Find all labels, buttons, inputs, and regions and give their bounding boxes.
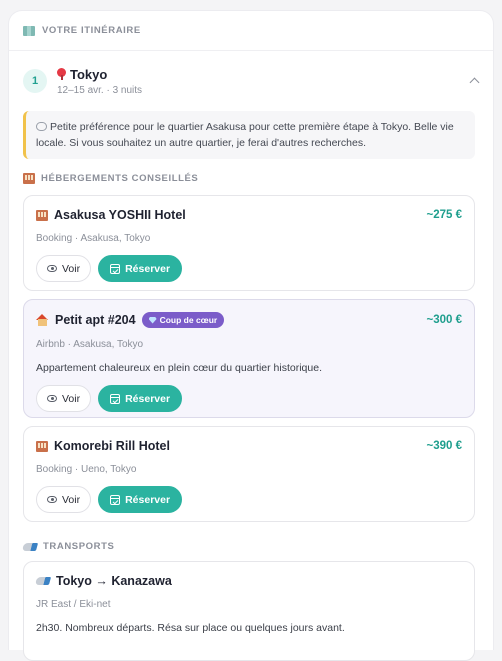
calendar-check-icon <box>110 263 121 274</box>
map-icon <box>23 25 35 36</box>
lodging-meta: Airbnb · Asakusa, Tokyo <box>36 339 144 350</box>
lodging-price: ~300 € <box>426 314 463 326</box>
view-label: Voir <box>62 392 81 405</box>
panel-title: VOTRE ITINÉRAIRE <box>42 25 141 36</box>
view-button[interactable]: Voir <box>36 385 92 412</box>
itinerary-panel: VOTRE ITINÉRAIRE 1 Tokyo 12–15 avr. · 3 … <box>8 10 494 661</box>
card-header: Petit apt #204 Coup de cœur ~300 € <box>36 312 462 328</box>
calendar-check-icon <box>110 494 121 505</box>
transport-section-title: TRANSPORTS <box>21 541 115 552</box>
book-button[interactable]: Réserver <box>98 385 183 412</box>
route-label: Tokyo → Kanazawa <box>56 574 172 588</box>
card-actions: Voir Réserver <box>36 255 462 282</box>
eye-icon <box>47 395 57 402</box>
lodging-price: ~275 € <box>426 209 463 221</box>
panel-header: VOTRE ITINÉRAIRE <box>9 11 493 51</box>
lodging-card: Asakusa YOSHII Hotel ~275 € Booking · As… <box>23 195 475 291</box>
day-info: Tokyo 12–15 avr. · 3 nuits <box>57 67 142 96</box>
book-label: Réserver <box>125 493 171 506</box>
view-button[interactable]: Voir <box>36 486 92 513</box>
transport-card: Tokyo → Kanazawa JR East / Eki-net 2h30.… <box>23 561 475 661</box>
view-label: Voir <box>62 262 81 275</box>
assistant-note: Petite préférence pour le quartier Asaku… <box>23 111 475 159</box>
view-label: Voir <box>62 493 81 506</box>
card-actions: Voir Réserver <box>36 385 462 412</box>
speech-bubble-icon <box>36 122 47 131</box>
lodging-price: ~390 € <box>426 440 463 452</box>
lodging-meta: Booking · Asakusa, Tokyo <box>36 233 151 244</box>
train-icon <box>34 577 52 585</box>
badge-label: Coup de cœur <box>159 315 218 325</box>
card-header: Asakusa YOSHII Hotel ~275 € <box>36 208 462 222</box>
transport-description: 2h30. Nombreux départs. Résa sur place o… <box>36 622 345 634</box>
book-button[interactable]: Réserver <box>98 255 183 282</box>
pin-icon <box>57 68 66 80</box>
chevron-up-icon[interactable] <box>469 75 479 85</box>
day-city: Tokyo <box>70 66 108 82</box>
calendar-check-icon <box>110 393 121 404</box>
gem-icon <box>148 316 157 324</box>
day-header[interactable]: 1 Tokyo 12–15 avr. · 3 nuits <box>23 63 479 99</box>
transport-section-label: TRANSPORTS <box>43 541 115 552</box>
eye-icon <box>47 496 57 503</box>
lodging-name: Komorebi Rill Hotel <box>54 439 170 453</box>
transport-route: Tokyo → Kanazawa <box>34 574 462 588</box>
eye-icon <box>47 265 57 272</box>
lodging-description: Appartement chaleureux en plein cœur du … <box>36 362 322 374</box>
lodging-name: Asakusa YOSHII Hotel <box>54 208 186 222</box>
day-number-badge: 1 <box>23 69 47 93</box>
lodging-card-featured: Petit apt #204 Coup de cœur ~300 € Airbn… <box>23 299 475 418</box>
hotel-icon <box>23 173 35 184</box>
lodging-card: Komorebi Rill Hotel ~390 € Booking · Uen… <box>23 426 475 522</box>
card-title: Petit apt #204 Coup de cœur <box>36 312 225 328</box>
card-title: Komorebi Rill Hotel <box>36 439 170 453</box>
note-text: Petite préférence pour le quartier Asaku… <box>36 121 454 150</box>
transport-meta: JR East / Eki-net <box>36 599 111 610</box>
train-icon <box>21 542 39 551</box>
card-title: Asakusa YOSHII Hotel <box>36 208 186 222</box>
card-actions: Voir Réserver <box>36 486 462 513</box>
lodging-name: Petit apt #204 <box>55 313 136 327</box>
lodging-section-title: HÉBERGEMENTS CONSEILLÉS <box>23 173 198 184</box>
hotel-icon <box>36 209 48 221</box>
view-button[interactable]: Voir <box>36 255 92 282</box>
lodging-section-label: HÉBERGEMENTS CONSEILLÉS <box>41 173 199 184</box>
card-header: Komorebi Rill Hotel ~390 € <box>36 439 462 453</box>
day-dates: 12–15 avr. · 3 nuits <box>57 84 143 96</box>
day-title: Tokyo <box>57 67 142 82</box>
lodging-meta: Booking · Ueno, Tokyo <box>36 464 137 475</box>
book-button[interactable]: Réserver <box>98 486 183 513</box>
hotel-icon <box>36 440 48 452</box>
book-label: Réserver <box>125 392 171 405</box>
house-icon <box>36 314 49 326</box>
favorite-badge: Coup de cœur <box>141 312 225 328</box>
book-label: Réserver <box>125 262 171 275</box>
